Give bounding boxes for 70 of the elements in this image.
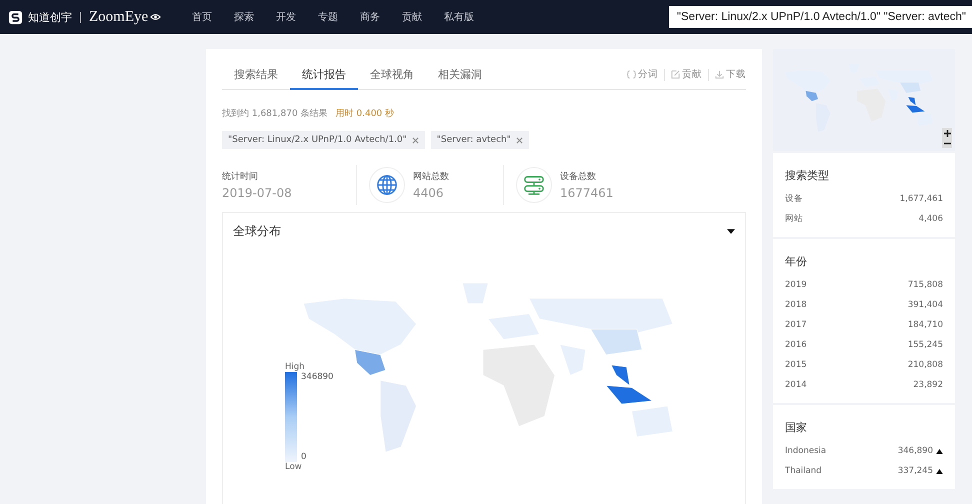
stat-value: 1677461 [560,186,614,200]
logo-icon [8,10,23,24]
plus-icon [944,130,950,136]
close-icon[interactable] [412,136,419,144]
nav-link[interactable]: 私有版 [444,10,474,24]
facet-count: 155,245 [908,340,943,350]
facet-count: 346,890 [898,446,933,456]
stat-value: 4406 [413,186,445,200]
filter-tag[interactable]: "Server: avtech" [430,131,529,149]
download-icon [715,70,724,79]
facet-title: 年份 [785,254,808,269]
facet-label[interactable]: 2014 [785,380,807,390]
nav-link[interactable]: 首页 [192,10,212,24]
facet-label[interactable]: 2019 [785,280,807,290]
facet-label[interactable]: 网站 [785,213,803,225]
tab[interactable]: 全球视角 [358,67,426,90]
action-link[interactable]: 贡献 [671,68,702,81]
legend-high-label: High [285,362,306,372]
tab[interactable]: 统计报告 [290,67,358,90]
stat-label: 网站总数 [413,170,449,183]
panel-title: 全球分布 [233,223,281,240]
nav-link[interactable]: 专题 [318,10,338,24]
facet-count: 391,404 [908,300,943,310]
nav-link[interactable]: 探索 [234,10,254,24]
edit-icon [671,70,680,79]
facet-title: 国家 [785,420,808,435]
stat-label: 设备总数 [560,170,597,183]
eye-icon [150,13,162,21]
nav-link[interactable]: 贡献 [402,10,422,24]
facet-count: 23,892 [913,380,943,390]
close-icon[interactable] [516,136,523,144]
zoom-in-button[interactable] [942,128,952,138]
nav-link[interactable]: 开发 [276,10,296,24]
brand-name: 知道创宇 [28,10,72,24]
caret-icon[interactable] [727,229,735,234]
query-time: 用时 0.400 秒 [336,108,394,120]
nav-link[interactable]: 商务 [360,10,380,24]
facet-count: 337,245 [898,466,933,476]
tab[interactable]: 相关漏洞 [426,67,494,90]
result-count: 找到约 1,681,870 条结果 [222,108,328,120]
facet-label[interactable]: 2015 [785,360,807,370]
facet-label[interactable]: 2017 [785,320,807,330]
server-icon [523,174,545,196]
globe-icon [376,174,398,196]
legend-max-value: 346890 [301,372,334,382]
up-triangle-icon[interactable] [936,468,943,474]
facet-label[interactable]: 2016 [785,340,807,350]
facet-count: 184,710 [908,320,943,330]
facet-label[interactable]: Thailand [785,466,822,476]
legend-low-label: Low [285,462,303,472]
product-name: ZoomEye [89,8,148,26]
action-link[interactable]: 分词 [627,68,658,81]
action-link[interactable]: 下载 [715,68,746,81]
facet-count: 210,808 [908,360,943,370]
facet-count: 4,406 [918,214,943,224]
legend-min-value: 0 [301,452,308,462]
facet-count: 715,808 [908,280,943,290]
stat-value: 2019-07-08 [222,186,292,200]
facet-count: 1,677,461 [900,194,943,204]
facet-label[interactable]: 设备 [785,193,803,205]
search-query-field[interactable]: "Server: Linux/2.x UPnP/1.0 Avtech/1.0" "Server: avtech" [668,6,972,28]
facet-label[interactable]: Indonesia [785,446,826,456]
facet-label[interactable]: 2018 [785,300,807,310]
stat-label: 统计时间 [222,170,259,183]
tab[interactable]: 搜索结果 [222,67,290,90]
braces-icon [627,70,636,79]
facet-title: 搜索类型 [785,168,830,183]
up-triangle-icon[interactable] [936,448,943,454]
filter-tag[interactable]: "Server: Linux/2.x UPnP/1.0 Avtech/1.0" [222,131,425,149]
zoom-out-button[interactable] [942,138,952,148]
